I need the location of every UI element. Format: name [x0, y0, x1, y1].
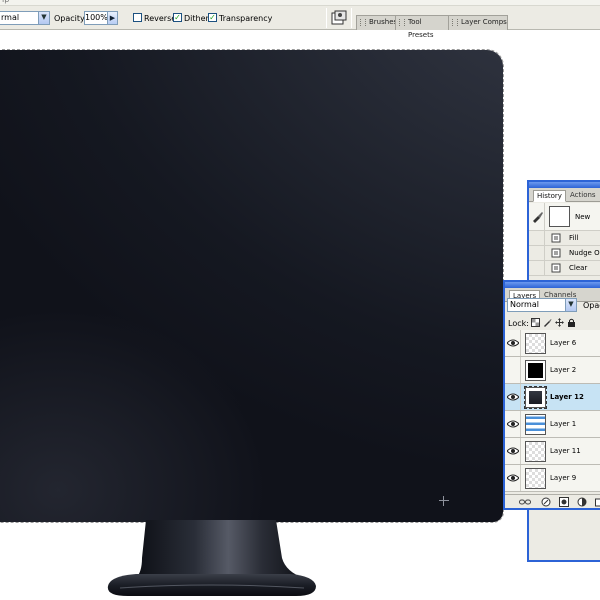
blend-mode-value: Normal [510, 300, 539, 309]
grip-icon [452, 19, 458, 26]
lock-transparent-icon[interactable] [531, 318, 540, 327]
history-state-icon [551, 263, 561, 273]
visibility-toggle[interactable] [505, 438, 521, 464]
layer-row[interactable]: Layer 6 [505, 330, 600, 357]
eye-icon [507, 447, 519, 455]
history-tabs: History Actions [529, 188, 600, 202]
opacity-label: Opacity: [54, 14, 87, 23]
layer-thumbnail [525, 414, 546, 435]
grip-icon [360, 19, 366, 26]
blend-mode-select[interactable]: Normal ▼ [507, 298, 577, 312]
visibility-toggle[interactable] [505, 411, 521, 437]
divider [351, 8, 352, 28]
adjustment-layer-icon[interactable] [577, 497, 587, 507]
layer-thumbnail [525, 333, 546, 354]
layer-row[interactable]: Layer 12 [505, 384, 600, 411]
layer-row[interactable]: Layer 11 [505, 438, 600, 465]
history-state-icon [551, 248, 561, 258]
layer-thumbnail [525, 468, 546, 489]
transparency-label: Transparency [219, 14, 273, 23]
visibility-toggle[interactable] [505, 384, 521, 410]
tab-tool-presets[interactable]: Tool Presets [395, 15, 449, 39]
history-step-label: Fill [569, 234, 579, 242]
layer-style-icon[interactable] [541, 497, 551, 507]
dither-label: Dither [184, 14, 209, 23]
history-source-cell[interactable] [529, 231, 545, 245]
tab-layer-comps[interactable]: Layer Comps [448, 15, 508, 30]
history-step-label: Nudge Ou [569, 249, 600, 257]
layers-panel: Layers Channels Normal ▼ Opaci Lock: Lay… [503, 280, 600, 510]
layer-list: Layer 6 Layer 2 Layer 12 Layer 1 Layer 11 Lay… [505, 330, 600, 494]
visibility-toggle[interactable] [505, 465, 521, 491]
crosshair-cursor-icon [439, 496, 449, 506]
tab-brushes[interactable]: Brushes [356, 15, 398, 30]
eye-icon [507, 339, 519, 347]
chevron-down-icon[interactable]: ▼ [38, 12, 49, 24]
layer-name: Layer 1 [550, 420, 577, 428]
tab-tool-presets-label: Tool Presets [408, 18, 434, 39]
tab-brushes-label: Brushes [369, 18, 398, 26]
layer-row[interactable]: Layer 1 [505, 411, 600, 438]
canvas-monitor-screen[interactable] [0, 49, 504, 523]
file-browser-icon[interactable] [331, 10, 347, 26]
lock-label: Lock: [508, 319, 529, 328]
divider [326, 8, 327, 28]
layer-thumbnail [524, 386, 547, 409]
visibility-toggle[interactable] [505, 330, 521, 356]
layer-name: Layer 9 [550, 474, 577, 482]
monitor-stand [107, 520, 316, 596]
grip-icon [399, 19, 405, 26]
snapshot-thumbnail [549, 206, 570, 227]
lock-image-icon[interactable] [543, 318, 552, 327]
gradient-mode-select[interactable]: rmal ▼ [0, 11, 50, 25]
layer-row[interactable]: Layer 2 [505, 357, 600, 384]
tab-actions[interactable]: Actions [567, 190, 599, 202]
lock-all-icon[interactable] [567, 318, 576, 327]
gradient-mode-value: rmal [1, 13, 20, 22]
link-icon[interactable] [519, 497, 531, 507]
history-source-cell[interactable] [529, 203, 545, 230]
history-source-cell[interactable] [529, 261, 545, 275]
layer-name: Layer 11 [550, 447, 581, 455]
menu-fragment: lp [2, 0, 9, 4]
eye-icon [507, 393, 519, 401]
history-step[interactable]: Fill [529, 231, 600, 246]
history-snapshot-row[interactable]: New [529, 203, 600, 231]
tab-history[interactable]: History [533, 190, 566, 202]
history-step-label: Clear [569, 264, 588, 272]
history-source-cell[interactable] [529, 246, 545, 260]
layer-name: Layer 2 [550, 366, 577, 374]
chevron-down-icon[interactable]: ▼ [565, 299, 576, 311]
history-step[interactable]: Nudge Ou [529, 246, 600, 261]
layer-row[interactable]: Layer 9 [505, 465, 600, 492]
history-step[interactable]: Clear [529, 261, 600, 276]
opacity-slider-button[interactable]: ▶ [107, 11, 118, 25]
layer-name: Layer 6 [550, 339, 577, 347]
options-bar: rmal ▼ Opacity: 100% ▶ Reverse ✓ Dither … [0, 6, 600, 39]
lock-position-icon[interactable] [555, 318, 564, 327]
layers-footer [505, 494, 600, 508]
layers-opacity-label: Opaci [583, 301, 600, 310]
layer-thumbnail [525, 441, 546, 462]
history-brush-icon [533, 212, 543, 223]
tab-layer-comps-label: Layer Comps [461, 18, 507, 26]
transparency-checkbox[interactable]: ✓ [208, 13, 217, 22]
reverse-checkbox[interactable] [133, 13, 142, 22]
layer-thumbnail [525, 360, 546, 381]
visibility-toggle[interactable] [505, 357, 521, 383]
reverse-label: Reverse [144, 14, 177, 23]
opacity-input[interactable]: 100% [84, 11, 108, 25]
layer-name: Layer 12 [550, 393, 584, 401]
layer-mask-icon[interactable] [559, 497, 569, 507]
history-state-icon [551, 233, 561, 243]
snapshot-label: New [575, 213, 591, 221]
new-group-icon[interactable] [595, 497, 600, 507]
dither-checkbox[interactable]: ✓ [173, 13, 182, 22]
eye-icon [507, 474, 519, 482]
eye-icon [507, 420, 519, 428]
